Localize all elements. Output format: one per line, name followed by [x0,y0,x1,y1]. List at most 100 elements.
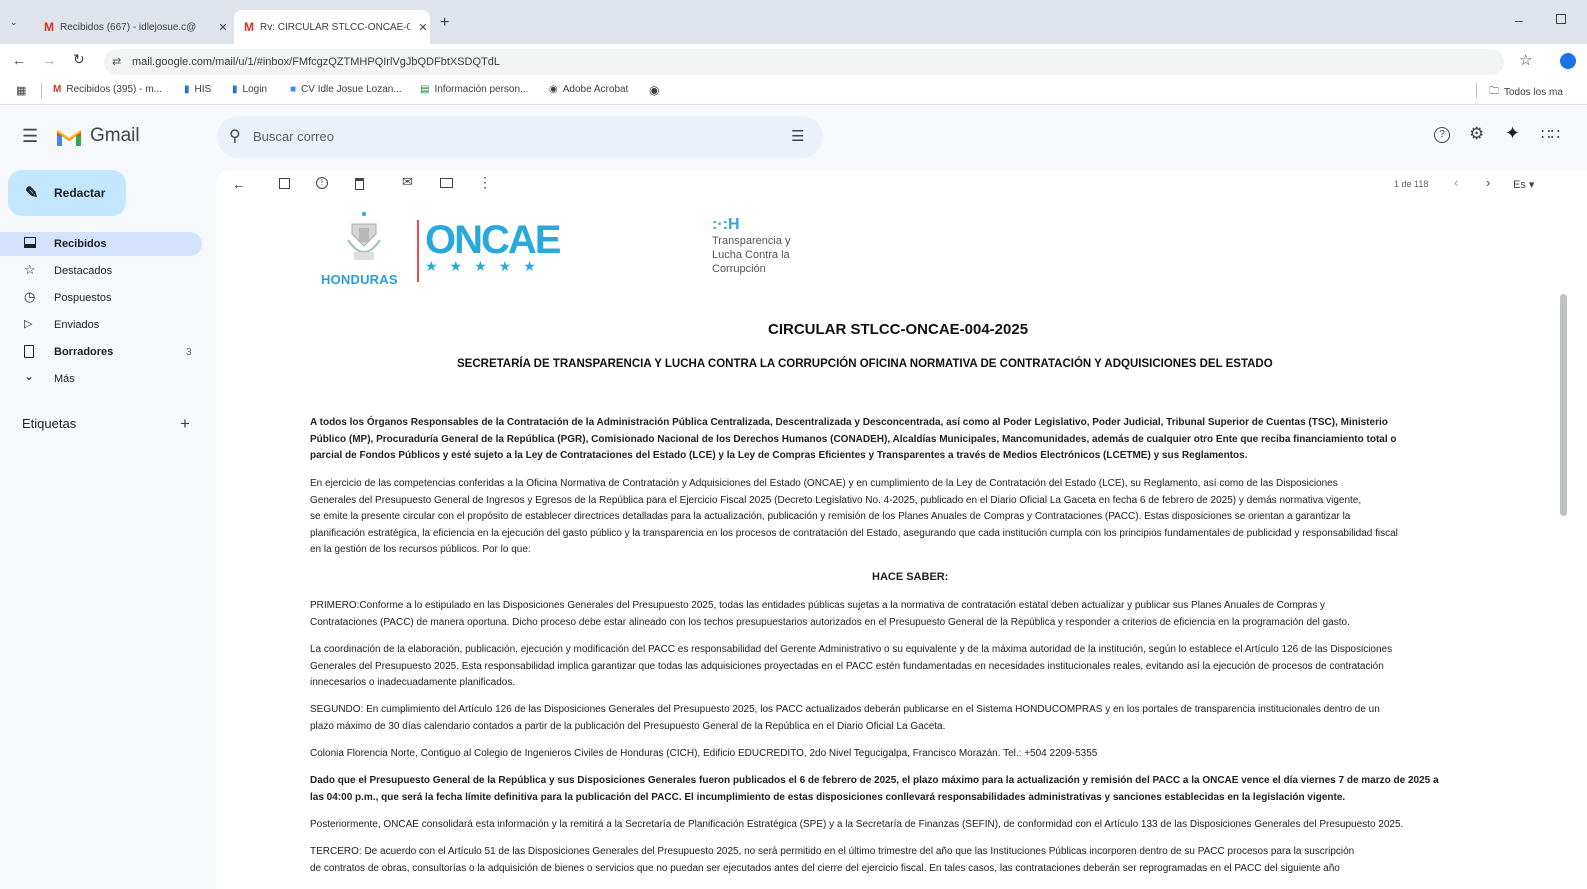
honduras-logo: HONDURAS [321,210,407,292]
browser-tab-circular[interactable]: M Rv: CIRCULAR STLCC-ONCAE-0 ✕ [234,10,430,44]
browser-tab-inbox[interactable]: M Recibidos (667) - idlejosue.c@ ✕ [34,10,230,44]
bookmarks-bar: ▦ M Recibidos (395) - m... ▮ HIS ▮ Login ■ C… [0,78,1587,105]
url-text: mail.google.com/mail/u/1/#inbox/FMfcgzQZ… [132,56,501,68]
report-spam-icon[interactable]: ! [316,177,328,189]
close-icon[interactable]: ✕ [216,21,230,34]
main-menu-icon[interactable]: ☰ [22,126,38,147]
globe-icon: ◉ [549,84,558,95]
inbox-icon [24,237,36,248]
new-tab-icon[interactable]: + [440,14,449,32]
send-icon: ▷ [24,318,33,330]
gmail-favicon-icon: M [244,20,254,34]
pagination-count: 1 de 118 [1394,179,1429,189]
tlc-line-3: Corrupción [712,263,766,275]
profile-avatar[interactable] [1560,53,1576,69]
tab-label: Recibidos (667) - idlejosue.c@ [60,21,197,33]
labels-heading: Etiquetas [22,416,77,431]
scrollbar-thumb[interactable] [1560,294,1567,516]
compose-button[interactable]: ✎ Redactar [8,170,126,216]
pencil-icon: ✎ [25,185,39,202]
input-language-selector[interactable]: Es ▾ [1513,178,1534,191]
gmail-favicon-icon: M [53,84,62,95]
nav-item-pospuestos[interactable]: ◷ Pospuestos [0,286,202,310]
drafts-count: 3 [186,346,192,358]
circular-subtitle: SECRETARÍA DE TRANSPARENCIA Y LUCHA CONT… [457,358,1273,370]
paragraph-posteriormente: Posteriormente, ONCAE consolidará esta i… [310,819,1404,830]
apps-grid-icon[interactable]: ▦ [16,84,26,97]
bookmark-star-icon[interactable]: ☆ [1519,51,1532,69]
bookmark-his[interactable]: ▮ HIS [184,84,211,95]
paragraph-tercero: TERCERO: De acuerdo con el Artículo 51 d… [310,846,1355,874]
nav-item-borradores[interactable]: Borradores 3 [0,340,202,364]
back-to-inbox-icon[interactable]: ← [232,176,246,192]
gemini-spark-icon[interactable]: ✦ [1505,123,1520,144]
apps-grid-icon[interactable]: ∷∷ [1541,125,1560,143]
bookmark-all[interactable]: 🗀 Todos los ma [1489,84,1563,101]
paragraph-address: Colonia Florencia Norte, Contiguo al Col… [310,748,1098,759]
gmail-wordmark: Gmail [90,125,140,146]
url-field[interactable]: ⇄ mail.google.com/mail/u/1/#inbox/FMfcgz… [104,49,1504,75]
maximize-icon[interactable] [1556,14,1566,24]
globe-icon[interactable]: ◉ [649,83,659,97]
oncae-logo: ONCAE ★★★★★ [425,218,565,282]
minimize-icon[interactable]: – [1515,12,1523,28]
bookmark-adobe[interactable]: ◉ Adobe Acrobat [549,84,628,95]
reload-icon[interactable]: ↻ [73,51,85,68]
tlc-mark-icon: :·:H [712,216,740,233]
compose-label: Redactar [54,186,106,200]
paragraph-segundo: SEGUNDO: En cumplimiento del Artículo 12… [310,704,1380,732]
help-icon[interactable]: ? [1434,127,1450,143]
search-icon[interactable]: ⚲ [229,126,241,146]
logo-divider [417,220,419,282]
nav-item-mas[interactable]: ⌄ Más [0,367,202,391]
archive-icon[interactable] [279,178,290,189]
search-input[interactable]: Buscar correo [253,129,334,144]
move-to-icon[interactable] [440,178,453,188]
bookmark-informacion[interactable]: ▤ Información person... [420,84,528,95]
search-options-icon[interactable]: ☰ [791,127,804,145]
bookmark-recibidos[interactable]: M Recibidos (395) - m... [53,84,162,95]
honduras-wordmark: HONDURAS [321,272,398,287]
settings-gear-icon[interactable]: ⚙ [1469,124,1484,144]
paragraph-addressees: A todos los Órganos Responsables de la C… [310,417,1397,461]
tlc-line-2: Lucha Contra la [712,249,790,261]
tab-list-chevron-icon[interactable]: ⌄ [10,17,18,28]
tlc-logo: :·:H Transparencia y Lucha Contra la Cor… [712,216,822,286]
search-bar[interactable]: ⚲ Buscar correo ☰ [217,116,823,158]
nav-item-destacados[interactable]: ☆ Destacados [0,259,202,283]
chart-favicon-icon: ▮ [184,84,190,95]
close-icon[interactable]: ✕ [416,21,430,34]
gmail-logo-icon[interactable] [55,126,83,147]
bookmark-login[interactable]: ▮ Login [232,84,267,95]
newer-chevron-icon[interactable]: ‹ [1454,175,1458,190]
bookmark-cv[interactable]: ■ CV Idle Josue Lozan... [290,84,402,95]
add-label-icon[interactable]: + [180,414,190,434]
nav-item-enviados[interactable]: ▷ Enviados [0,313,202,337]
browser-tab-bar: ⌄ M Recibidos (667) - idlejosue.c@ ✕ M R… [0,0,1587,44]
sheet-favicon-icon: ▤ [420,84,430,95]
draft-icon [24,345,34,358]
gmail-favicon-icon: M [44,20,54,34]
paragraph-plazo: Dado que el Presupuesto General de la Re… [310,775,1439,803]
mark-unread-icon[interactable]: ✉ [402,174,413,190]
more-options-icon[interactable]: ⋮ [478,174,492,191]
site-settings-icon[interactable]: ⇄ [112,49,121,75]
oncae-wordmark: ONCAE [425,218,561,262]
cv-favicon-icon: ■ [290,84,297,95]
coat-of-arms-icon [347,212,381,260]
circular-title: CIRCULAR STLCC-ONCAE-004-2025 [768,321,1029,338]
nav-item-recibidos[interactable]: Recibidos [0,232,202,256]
delete-icon[interactable] [355,178,364,190]
star-icon: ☆ [24,262,36,277]
oncae-stars-icon: ★★★★★ [425,258,548,274]
gmail-header: ☰ Gmail ⚲ Buscar correo ☰ ? ⚙ ✦ ∷∷ [0,106,1587,168]
hace-saber-heading: HACE SABER: [872,571,949,583]
forward-icon[interactable]: → [42,52,56,68]
back-icon[interactable]: ← [12,52,26,68]
address-bar: ← → ↻ ⇄ mail.google.com/mail/u/1/#inbox/… [0,44,1587,78]
paragraph-primero: PRIMERO:Conforme a lo estipulado en las … [310,600,1350,628]
folder-icon: 🗀 [1489,86,1499,97]
message-panel: ← ! ✉ ⋮ 1 de 118 ‹ › Es ▾ HONDURAS ONCAE… [216,170,1587,889]
paragraph-competencias: En ejercicio de las competencias conferi… [310,478,1398,555]
older-chevron-icon[interactable]: › [1486,175,1490,190]
